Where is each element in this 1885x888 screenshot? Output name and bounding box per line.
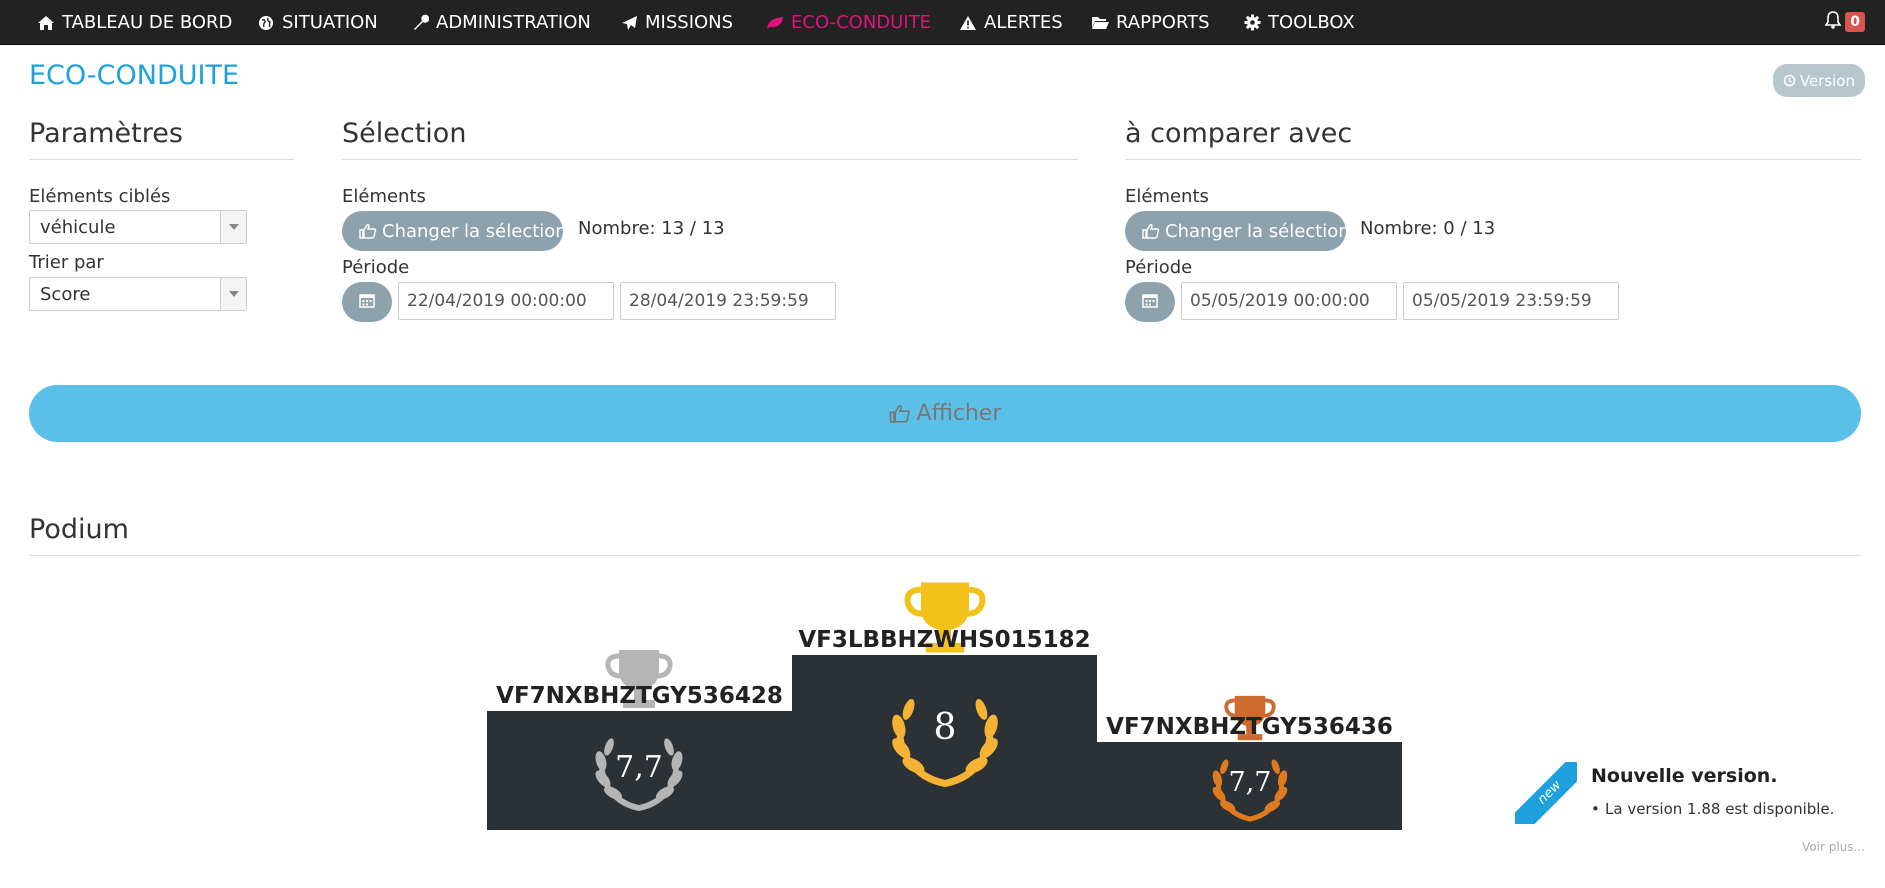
compare-change-button[interactable]: Changer la sélection	[1125, 211, 1350, 251]
nav-label: MISSIONS	[645, 12, 734, 33]
calendar-icon	[359, 292, 375, 312]
leaf-icon	[765, 13, 785, 33]
selection-change-button[interactable]: Changer la sélection	[342, 211, 567, 251]
voir-plus-link[interactable]: Voir plus...	[1802, 840, 1865, 854]
hand-pointer-icon	[889, 404, 911, 423]
podium-second-score: 7,7	[615, 750, 663, 785]
notification-title: Nouvelle version.	[1591, 765, 1778, 787]
nav-item-alertes[interactable]: ALERTES	[958, 0, 1063, 45]
page-title: ECO-CONDUITE	[29, 60, 240, 91]
compare-date-from-input[interactable]: 05/05/2019 00:00:00	[1181, 282, 1397, 320]
folder-open-icon	[1090, 13, 1110, 33]
history-icon	[1783, 74, 1796, 87]
wrench-icon	[410, 13, 430, 33]
nav-label: ECO-CONDUITE	[791, 12, 932, 33]
nav-label: RAPPORTS	[1116, 12, 1210, 33]
selection-count: Nombre: 13 / 13	[578, 218, 725, 239]
nav-item-tableau-de-bord[interactable]: TABLEAU DE BORD	[36, 0, 232, 45]
compare-date-to-input[interactable]: 05/05/2019 23:59:59	[1403, 282, 1619, 320]
podium-third-name: VF7NXBHZTGY536436	[1106, 714, 1393, 740]
warning-icon	[958, 13, 978, 33]
top-navbar: TABLEAU DE BORD SITUATION ADMINISTRATION…	[0, 0, 1885, 45]
podium-first-score: 8	[933, 707, 957, 748]
new-version-notification: new Nouvelle version. La version 1.88 es…	[1515, 762, 1875, 888]
paper-plane-icon	[619, 13, 639, 33]
selection-elements-label: Eléments	[342, 186, 426, 207]
selection-heading: Sélection	[342, 118, 1078, 160]
caret-down-icon	[220, 278, 246, 310]
afficher-label: Afficher	[916, 401, 1002, 426]
trier-par-select[interactable]: Score	[29, 277, 247, 311]
notifications-bell[interactable]: 0	[1824, 10, 1865, 34]
nav-item-eco-conduite[interactable]: ECO-CONDUITE	[765, 0, 931, 45]
compare-count: Nombre: 0 / 13	[1360, 218, 1496, 239]
nav-item-rapports[interactable]: RAPPORTS	[1090, 0, 1210, 45]
podium-first-name: VF3LBBHZWHS015182	[798, 627, 1091, 653]
selection-date-from-input[interactable]: 22/04/2019 00:00:00	[398, 282, 614, 320]
podium-second-name: VF7NXBHZTGY536428	[496, 683, 783, 709]
compare-heading: à comparer avec	[1125, 118, 1861, 160]
parametres-heading: Paramètres	[29, 118, 294, 160]
compare-calendar-button[interactable]	[1125, 282, 1175, 322]
nav-item-situation[interactable]: SITUATION	[256, 0, 378, 45]
selection-change-label: Changer la sélection	[382, 220, 567, 242]
globe-icon	[256, 13, 276, 33]
caret-down-icon	[220, 211, 246, 243]
compare-elements-label: Eléments	[1125, 186, 1209, 207]
compare-period-label: Période	[1125, 257, 1193, 278]
trier-par-value: Score	[40, 283, 91, 305]
nav-item-toolbox[interactable]: TOOLBOX	[1242, 0, 1355, 45]
hand-pointer-icon	[359, 223, 377, 239]
nav-label: ALERTES	[984, 12, 1063, 33]
home-icon	[36, 13, 56, 33]
hand-pointer-icon	[1142, 223, 1160, 239]
elements-cibles-label: Eléments ciblés	[29, 186, 171, 207]
version-label: Version	[1799, 71, 1855, 90]
nav-item-administration[interactable]: ADMINISTRATION	[410, 0, 591, 45]
bell-icon	[1824, 10, 1842, 34]
nav-item-missions[interactable]: MISSIONS	[619, 0, 733, 45]
podium-third-score: 7,7	[1228, 767, 1272, 798]
nav-label: SITUATION	[282, 12, 378, 33]
elements-cibles-select[interactable]: véhicule	[29, 210, 247, 244]
podium-heading: Podium	[29, 514, 1861, 556]
new-ribbon: new	[1515, 762, 1577, 824]
calendar-icon	[1142, 292, 1158, 312]
trier-par-label: Trier par	[29, 252, 104, 273]
elements-cibles-value: véhicule	[40, 216, 116, 238]
gear-icon	[1242, 13, 1262, 33]
nav-label: ADMINISTRATION	[436, 12, 591, 33]
nav-label: TOOLBOX	[1268, 12, 1355, 33]
notification-count-badge: 0	[1845, 12, 1865, 32]
version-button[interactable]: Version	[1772, 64, 1865, 97]
nav-label: TABLEAU DE BORD	[62, 12, 233, 33]
selection-calendar-button[interactable]	[342, 282, 392, 322]
afficher-button[interactable]: Afficher	[29, 385, 1861, 442]
selection-period-label: Période	[342, 257, 410, 278]
selection-date-to-input[interactable]: 28/04/2019 23:59:59	[620, 282, 836, 320]
notification-text: La version 1.88 est disponible.	[1591, 800, 1834, 818]
compare-change-label: Changer la sélection	[1165, 220, 1350, 242]
